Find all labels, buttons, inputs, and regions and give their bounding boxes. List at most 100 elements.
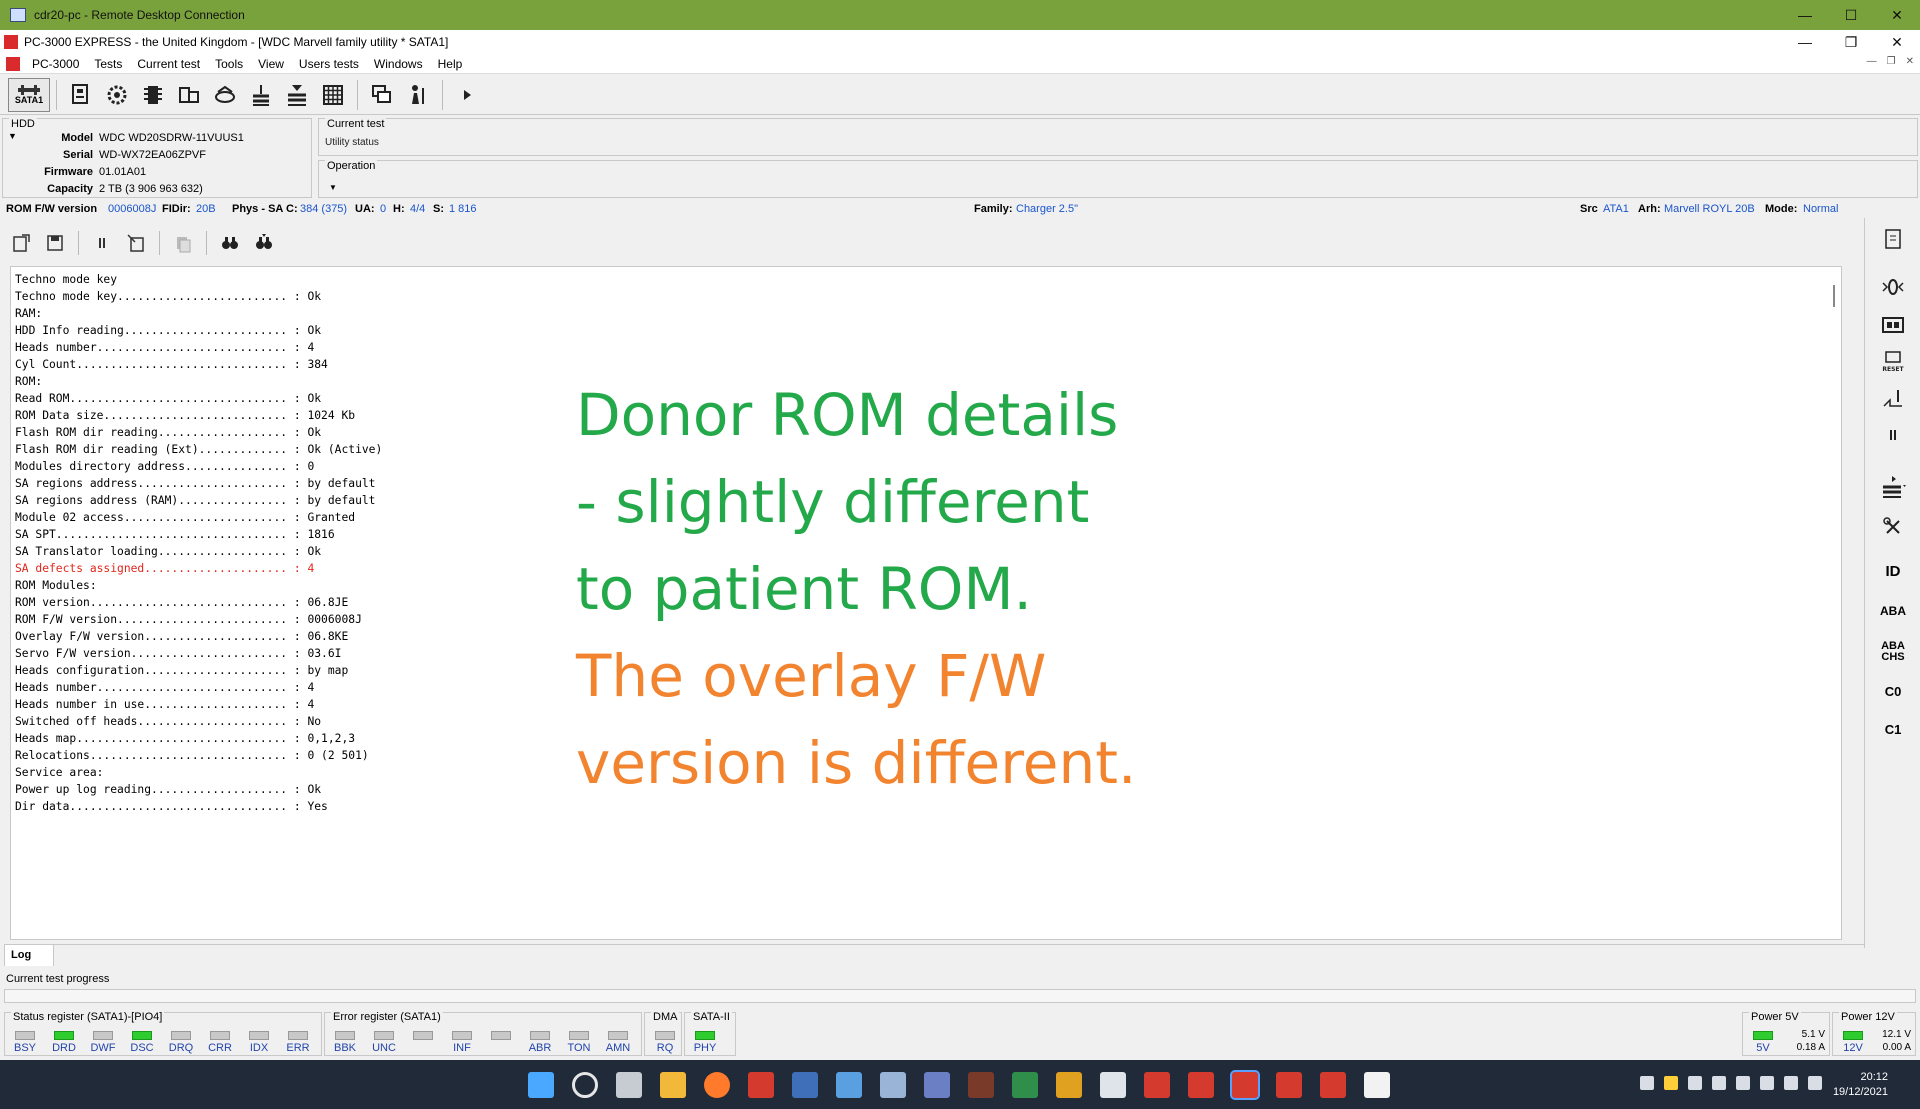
hdd-info-icon[interactable] xyxy=(63,78,99,112)
chip-icon[interactable] xyxy=(135,78,171,112)
printer-icon[interactable] xyxy=(880,1072,906,1098)
pc3000-window-2-icon[interactable] xyxy=(1188,1072,1214,1098)
menu-windows[interactable]: Windows xyxy=(368,57,432,71)
disk-icon[interactable] xyxy=(207,78,243,112)
pc3000-window-1-icon[interactable] xyxy=(1144,1072,1170,1098)
close-button[interactable]: ✕ xyxy=(1874,0,1920,30)
menu-help[interactable]: Help xyxy=(432,57,472,71)
pc3000-logo-icon xyxy=(4,35,18,49)
save-log-icon[interactable] xyxy=(38,228,72,258)
settings-gear-icon[interactable] xyxy=(99,78,135,112)
menu-current-test[interactable]: Current test xyxy=(131,57,209,71)
photos-icon[interactable] xyxy=(792,1072,818,1098)
remote-icon[interactable] xyxy=(1760,1076,1774,1090)
aba-chs-button[interactable]: ABA CHS xyxy=(1871,634,1915,670)
image-viewer-icon[interactable] xyxy=(836,1072,862,1098)
network-app-icon[interactable] xyxy=(1012,1072,1038,1098)
tools-icon[interactable] xyxy=(1871,512,1915,542)
tab-divider xyxy=(54,944,1864,945)
log-line: Heads number............................… xyxy=(15,341,315,354)
tray-app-icon[interactable] xyxy=(1688,1076,1702,1090)
c1-button[interactable]: C1 xyxy=(1871,714,1915,744)
grid-icon[interactable] xyxy=(315,78,351,112)
sata-port-button[interactable]: SATA1 xyxy=(8,77,50,112)
log-line: SA regions address (RAM)................… xyxy=(15,494,376,507)
aba-button[interactable]: ABA xyxy=(1871,596,1915,626)
maximize-button[interactable]: ☐ xyxy=(1828,0,1874,30)
register-led xyxy=(483,1031,519,1042)
search-icon[interactable] xyxy=(572,1072,598,1098)
menu-users-tests[interactable]: Users tests xyxy=(293,57,368,71)
power-switch-icon[interactable] xyxy=(1871,384,1915,414)
app-restore-button[interactable]: ❐ xyxy=(1828,30,1874,54)
menu-tools[interactable]: Tools xyxy=(209,57,252,71)
menu-pc3000[interactable]: PC-3000 xyxy=(26,57,88,71)
menu-view[interactable]: View xyxy=(252,57,293,71)
sata2-title: SATA-II xyxy=(691,1011,732,1023)
pc3000-window-3-icon[interactable] xyxy=(1276,1072,1302,1098)
tray-network-app-icon[interactable] xyxy=(1712,1076,1726,1090)
mdi-restore-button[interactable]: ❐ xyxy=(1887,56,1896,67)
find-next-icon[interactable] xyxy=(247,228,281,258)
log-line: Power up log reading....................… xyxy=(15,783,322,796)
pause-icon[interactable] xyxy=(85,228,119,258)
onedrive-icon[interactable] xyxy=(1640,1076,1654,1090)
drive-icon[interactable] xyxy=(171,78,207,112)
rom-fw-label: ROM F/W version xyxy=(6,203,98,215)
register-led: TON xyxy=(561,1031,597,1054)
person-icon[interactable] xyxy=(400,78,436,112)
security-icon[interactable] xyxy=(1664,1076,1678,1090)
status-register-title: Status register (SATA1)-[PIO4] xyxy=(11,1011,165,1023)
menu-tests[interactable]: Tests xyxy=(88,57,131,71)
volume-icon[interactable] xyxy=(1808,1076,1822,1090)
7zip-icon[interactable] xyxy=(1364,1072,1390,1098)
archive-icon[interactable] xyxy=(1056,1072,1082,1098)
pause-device-icon[interactable] xyxy=(1871,420,1915,450)
drive-stack-icon[interactable] xyxy=(279,78,315,112)
task-view-icon[interactable] xyxy=(616,1072,642,1098)
pc3000-window-4-icon[interactable] xyxy=(1320,1072,1346,1098)
register-led: RQ xyxy=(647,1031,683,1054)
operation-dropdown-icon[interactable]: ▼ xyxy=(329,183,337,192)
arh-label: Arh: xyxy=(1638,203,1661,215)
tab-log[interactable]: Log xyxy=(4,944,54,966)
log-scrollbar[interactable] xyxy=(1833,285,1835,307)
find-icon[interactable] xyxy=(213,228,247,258)
log-line: Relocations.............................… xyxy=(15,749,369,762)
export-log-icon[interactable] xyxy=(4,228,38,258)
reset-icon[interactable]: RESET xyxy=(1871,346,1915,376)
stack-icon[interactable] xyxy=(243,78,279,112)
src-value: ATA1 xyxy=(1603,203,1629,215)
firefox-icon[interactable] xyxy=(704,1072,730,1098)
snipping-icon[interactable] xyxy=(1100,1072,1126,1098)
app-minimize-button[interactable]: — xyxy=(1782,30,1828,54)
heads-menu-icon[interactable] xyxy=(1871,472,1915,502)
info-panel-icon[interactable] xyxy=(1871,224,1915,254)
mdi-close-button[interactable]: ✕ xyxy=(1906,56,1914,67)
app-close-button[interactable]: ✕ xyxy=(1874,30,1920,54)
pc3000-window-active-icon[interactable] xyxy=(1230,1070,1260,1100)
network-icon[interactable] xyxy=(1784,1076,1798,1090)
copy-icon[interactable] xyxy=(166,228,200,258)
start-icon[interactable] xyxy=(528,1072,554,1098)
id-button[interactable]: ID xyxy=(1871,556,1915,586)
windows-icon[interactable] xyxy=(364,78,400,112)
fidir-value: 20B xyxy=(196,203,216,215)
file-explorer-icon[interactable] xyxy=(660,1072,686,1098)
usb-icon[interactable] xyxy=(1736,1076,1750,1090)
play-icon[interactable] xyxy=(449,78,485,112)
power-zero-icon[interactable] xyxy=(1871,272,1915,302)
power-5v-current: 0.18 A xyxy=(1796,1042,1825,1053)
register-led: UNC xyxy=(366,1031,402,1054)
c0-button[interactable]: C0 xyxy=(1871,676,1915,706)
pc3000-taskbar-icon[interactable] xyxy=(748,1072,774,1098)
taskbar-clock[interactable]: 20:12 19/12/2021 xyxy=(1833,1070,1888,1100)
mdi-minimize-button[interactable]: — xyxy=(1867,56,1877,67)
memory-board-icon[interactable] xyxy=(1871,310,1915,340)
clear-log-icon[interactable] xyxy=(119,228,153,258)
phys-value: 384 (375) xyxy=(300,203,348,215)
register-led: AMN xyxy=(600,1031,636,1054)
minimize-button[interactable]: — xyxy=(1782,0,1828,30)
tool-icon[interactable] xyxy=(968,1072,994,1098)
scanner-icon[interactable] xyxy=(924,1072,950,1098)
